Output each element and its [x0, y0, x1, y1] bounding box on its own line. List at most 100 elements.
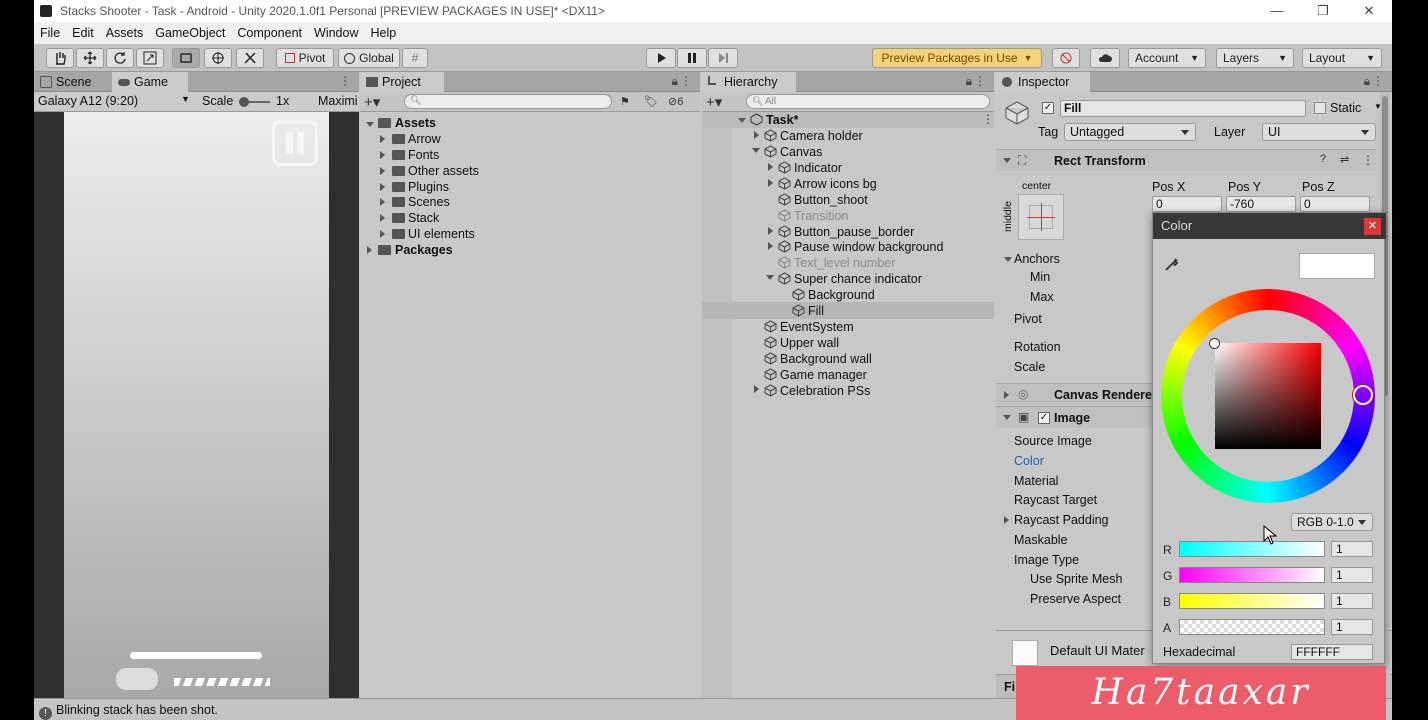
- expand-arrow-icon[interactable]: [380, 198, 385, 206]
- lock-icon[interactable]: 🔒︎: [672, 74, 678, 89]
- layers-dropdown[interactable]: Layers ▼: [1216, 48, 1294, 68]
- account-dropdown[interactable]: Account ▼: [1128, 48, 1206, 68]
- custom-tool-icon[interactable]: [236, 48, 264, 68]
- hidden-packages-toggle[interactable]: ⊘6: [668, 95, 683, 108]
- menu-file[interactable]: File: [34, 26, 66, 40]
- scene-menu-icon[interactable]: ⋮: [982, 112, 994, 126]
- menu-help[interactable]: Help: [364, 26, 402, 40]
- move-tool-icon[interactable]: [76, 48, 104, 68]
- step-button[interactable]: [708, 48, 738, 68]
- preset-icon[interactable]: ⇌: [1340, 153, 1349, 166]
- menu-assets[interactable]: Assets: [100, 26, 150, 40]
- hierarchy-item[interactable]: Button_pause_border: [794, 224, 914, 240]
- tab-game[interactable]: Game: [112, 72, 188, 92]
- static-checkbox[interactable]: [1314, 102, 1326, 114]
- pivot-toggle-button[interactable]: Pivot: [276, 48, 334, 68]
- pause-button-ingame[interactable]: [272, 120, 318, 166]
- hand-tool-icon[interactable]: [46, 48, 74, 68]
- eyedropper-icon[interactable]: [1163, 255, 1181, 273]
- play-button[interactable]: [646, 48, 676, 68]
- pos-z-field[interactable]: 0: [1300, 196, 1370, 212]
- rect-transform-header[interactable]: ⛶ Rect Transform ? ⇌ ⋮: [996, 149, 1376, 171]
- project-search-input[interactable]: 🔍︎: [404, 94, 612, 109]
- r-slider[interactable]: [1179, 541, 1325, 557]
- panel-menu-icon[interactable]: ⋮: [1372, 74, 1384, 88]
- filter-label-icon[interactable]: 🏷︎: [644, 95, 658, 108]
- b-slider[interactable]: [1179, 593, 1325, 609]
- restore-icon[interactable]: ❐: [1300, 2, 1346, 20]
- r-value-field[interactable]: 1: [1331, 541, 1373, 557]
- expand-arrow-icon[interactable]: [768, 227, 773, 235]
- a-value-field[interactable]: 1: [1331, 619, 1373, 635]
- expand-arrow-icon[interactable]: [380, 135, 385, 143]
- transform-tool-icon[interactable]: [204, 48, 232, 68]
- status-message[interactable]: Blinking stack has been shot.: [56, 703, 218, 717]
- panel-menu-icon[interactable]: ⋮: [339, 74, 351, 88]
- tab-hierarchy[interactable]: Hierarchy: [702, 72, 796, 92]
- hierarchy-item[interactable]: Upper wall: [780, 335, 839, 351]
- expand-arrow-icon[interactable]: [380, 183, 385, 191]
- a-slider[interactable]: [1179, 619, 1325, 635]
- menu-edit[interactable]: Edit: [66, 26, 100, 40]
- expand-arrow-icon[interactable]: [1004, 257, 1012, 262]
- close-icon[interactable]: ✕: [1364, 218, 1381, 235]
- color-mode-dropdown[interactable]: RGB 0-1.0: [1291, 513, 1373, 531]
- layer-dropdown[interactable]: UI: [1262, 123, 1376, 141]
- hierarchy-item-inactive[interactable]: Transition: [794, 208, 848, 224]
- folder-item[interactable]: Stack: [408, 210, 439, 226]
- hierarchy-item[interactable]: Background: [808, 287, 875, 303]
- active-checkbox[interactable]: ✓: [1042, 102, 1054, 114]
- rect-tool-icon[interactable]: [172, 48, 200, 68]
- object-name-field[interactable]: Fill: [1060, 100, 1306, 117]
- folder-item[interactable]: Scenes: [408, 194, 450, 210]
- expand-arrow-icon[interactable]: [768, 179, 773, 187]
- hierarchy-item[interactable]: Canvas: [780, 144, 822, 160]
- lock-icon[interactable]: 🔒︎: [1364, 74, 1370, 89]
- expand-arrow-icon[interactable]: [380, 214, 385, 222]
- hierarchy-item-selected[interactable]: Fill: [808, 303, 824, 319]
- hue-wheel[interactable]: [1161, 289, 1375, 503]
- lock-icon[interactable]: 🔒︎: [966, 74, 972, 89]
- panel-menu-icon[interactable]: ⋮: [680, 74, 692, 88]
- tag-dropdown[interactable]: Untagged: [1064, 123, 1196, 141]
- menu-gameobject[interactable]: GameObject: [149, 26, 231, 40]
- help-icon[interactable]: ?: [1320, 153, 1326, 165]
- color-picker-title[interactable]: Color: [1153, 213, 1386, 239]
- create-object-button[interactable]: +▾: [706, 93, 722, 111]
- hierarchy-item-inactive[interactable]: Text_level number: [794, 255, 895, 271]
- filter-type-icon[interactable]: ⚑: [620, 95, 630, 108]
- collab-icon[interactable]: [1052, 48, 1080, 68]
- scale-slider-handle[interactable]: [239, 97, 249, 107]
- global-toggle-button[interactable]: Global: [338, 48, 400, 68]
- expand-arrow-icon[interactable]: [380, 151, 385, 159]
- expand-arrow-icon[interactable]: [1004, 391, 1009, 399]
- cloud-icon[interactable]: [1090, 48, 1120, 68]
- tab-scene[interactable]: Scene: [34, 72, 112, 92]
- grid-snap-icon[interactable]: #: [402, 48, 428, 68]
- component-menu-icon[interactable]: ⋮: [1362, 153, 1374, 167]
- expand-arrow-icon[interactable]: [380, 230, 385, 238]
- hierarchy-item[interactable]: Game manager: [780, 367, 867, 383]
- expand-arrow-icon[interactable]: [380, 167, 385, 175]
- hue-handle[interactable]: [1353, 385, 1373, 405]
- expand-arrow-icon[interactable]: [752, 148, 760, 153]
- hex-input[interactable]: FFFFFF: [1291, 644, 1373, 660]
- hierarchy-item[interactable]: Super chance indicator: [794, 271, 922, 287]
- assets-folder[interactable]: Assets: [395, 115, 436, 131]
- expand-arrow-icon[interactable]: [1004, 516, 1009, 524]
- folder-item[interactable]: Plugins: [408, 179, 449, 195]
- rotate-tool-icon[interactable]: [106, 48, 134, 68]
- game-viewport[interactable]: [34, 112, 359, 698]
- expand-arrow-icon[interactable]: [768, 163, 773, 171]
- saturation-value-square[interactable]: [1215, 343, 1321, 449]
- tab-inspector[interactable]: Inspector: [996, 72, 1090, 92]
- menu-component[interactable]: Component: [231, 26, 308, 40]
- folder-item[interactable]: Fonts: [408, 147, 439, 163]
- hierarchy-item[interactable]: Camera holder: [780, 128, 863, 144]
- collapse-arrow-icon[interactable]: [1003, 158, 1011, 163]
- hierarchy-item[interactable]: Indicator: [794, 160, 842, 176]
- hierarchy-search-input[interactable]: 🔍︎ All: [746, 94, 990, 109]
- layout-dropdown[interactable]: Layout ▼: [1302, 48, 1382, 68]
- add-asset-button[interactable]: +▾: [364, 93, 380, 111]
- tab-project[interactable]: Project: [360, 72, 444, 92]
